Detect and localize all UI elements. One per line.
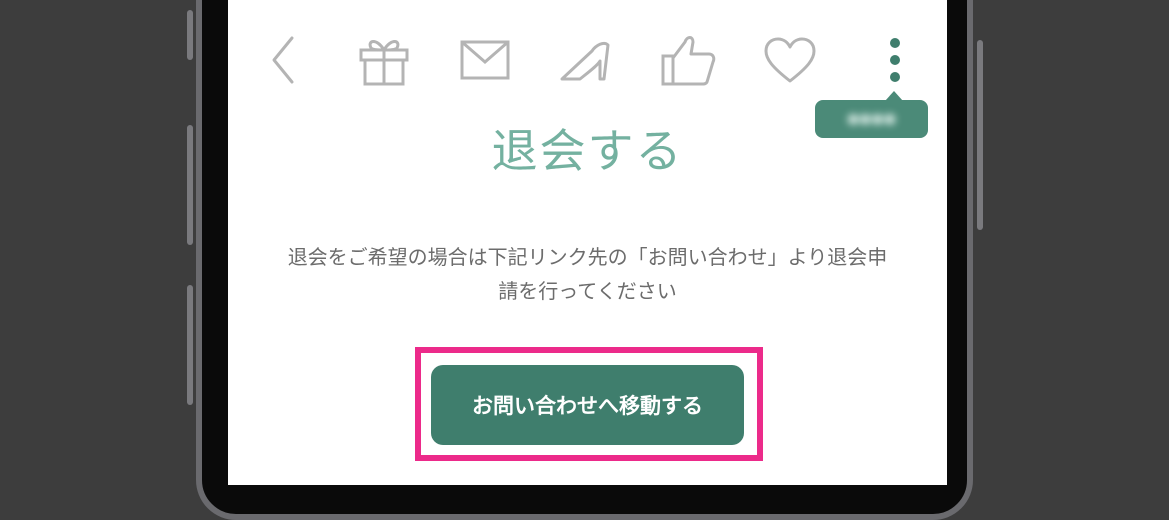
phone-side-button	[187, 125, 193, 245]
phone-side-button	[187, 285, 193, 405]
more-vertical-icon[interactable]	[865, 30, 925, 90]
thumbs-up-icon[interactable]	[658, 30, 718, 90]
description-line: 請を行ってください	[498, 279, 677, 303]
phone-side-button	[187, 10, 193, 60]
page-title: 退会する	[491, 124, 684, 178]
description-line: 退会をご希望の場合は下記リンク先の「お問い合わせ」より退会申	[287, 245, 888, 269]
mail-icon[interactable]	[455, 30, 515, 90]
phone-side-button	[977, 40, 983, 230]
app-screen: ●●●● 退会する 退会をご希望の場合は下記リンク先の「お問い合わせ」より退会申…	[228, 0, 947, 485]
heart-icon[interactable]	[760, 30, 820, 90]
back-chevron-icon[interactable]	[254, 30, 314, 90]
top-toolbar	[228, 24, 947, 94]
gift-icon[interactable]	[354, 30, 414, 90]
description-text: 退会をご希望の場合は下記リンク先の「お問い合わせ」より退会申 請を行ってください	[228, 240, 947, 308]
high-heel-icon[interactable]	[556, 30, 616, 90]
contact-button[interactable]: お問い合わせへ移動する	[431, 365, 744, 445]
